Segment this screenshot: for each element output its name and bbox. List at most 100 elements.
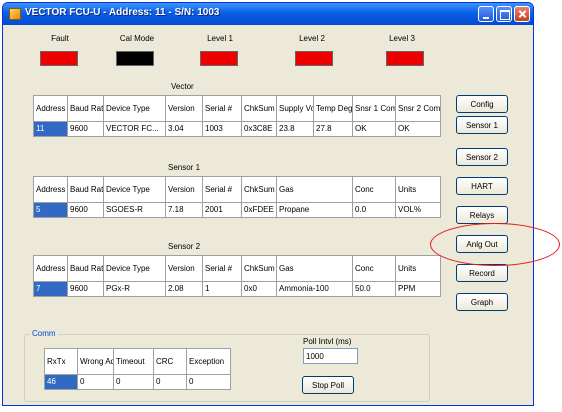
poll-interval-label: Poll Intvl (ms)	[303, 337, 352, 346]
hart-button[interactable]: HART	[456, 177, 508, 195]
column-header: Address	[33, 255, 68, 282]
table-cell[interactable]: 11	[33, 121, 68, 137]
column-header: ChkSum	[241, 176, 277, 203]
vector-table: Address Baud Rate Device Type Version Se…	[33, 95, 441, 137]
sensor1-section-title: Sensor 1	[168, 163, 201, 172]
table-cell[interactable]: 5	[33, 202, 68, 218]
table-row[interactable]: 46 0 0 0 0	[44, 374, 231, 390]
column-header: Snsr 2 Comm	[395, 95, 441, 122]
level2-indicator	[295, 51, 333, 66]
sensor2-section-title: Sensor 2	[168, 242, 201, 251]
level1-label: Level 1	[207, 34, 233, 43]
table-cell[interactable]: OK	[352, 121, 396, 137]
table-cell[interactable]: 0	[186, 374, 231, 390]
table-cell[interactable]: 9600	[67, 202, 104, 218]
column-header: Units	[395, 176, 441, 203]
table-cell[interactable]: 0	[77, 374, 114, 390]
cal-mode-label: Cal Mode	[119, 34, 155, 43]
table-cell[interactable]: 7.18	[165, 202, 203, 218]
config-button[interactable]: Config	[456, 95, 508, 113]
table-cell[interactable]: VECTOR FC...	[103, 121, 166, 137]
table-cell[interactable]: Propane	[276, 202, 353, 218]
table-cell[interactable]: 2001	[202, 202, 242, 218]
table-row[interactable]: 11 9600 VECTOR FC... 3.04 1003 0x3C8E 23…	[33, 121, 441, 137]
table-cell[interactable]: 3.04	[165, 121, 203, 137]
column-header: CRC	[153, 348, 187, 375]
column-header: Device Type	[103, 176, 166, 203]
column-header: Device Type	[103, 95, 166, 122]
column-header: Timeout	[113, 348, 154, 375]
table-cell[interactable]: 23.8	[276, 121, 314, 137]
column-header: Version	[165, 95, 203, 122]
record-button[interactable]: Record	[456, 264, 508, 282]
sensor1-table: Address Baud Rate Device Type Version Se…	[33, 176, 441, 218]
table-cell[interactable]: 0	[113, 374, 154, 390]
column-header: Supply Volts	[276, 95, 314, 122]
column-header: Address	[33, 176, 68, 203]
comm-table: RxTx Wrong Addr Timeout CRC Exception 46…	[44, 348, 231, 390]
sensor1-button[interactable]: Sensor 1	[456, 116, 508, 134]
minimize-button[interactable]	[478, 6, 494, 22]
column-header: Conc	[352, 176, 396, 203]
table-cell[interactable]: 27.8	[313, 121, 353, 137]
table-cell[interactable]: Ammonia-100	[276, 281, 353, 297]
level1-indicator	[200, 51, 238, 66]
table-cell[interactable]: 0.0	[352, 202, 396, 218]
table-cell[interactable]: PGx-R	[103, 281, 166, 297]
vector-header-row: Address Baud Rate Device Type Version Se…	[33, 95, 441, 122]
table-cell[interactable]: 1	[202, 281, 242, 297]
column-header: Address	[33, 95, 68, 122]
stop-poll-button[interactable]: Stop Poll	[302, 376, 354, 394]
table-cell[interactable]: 46	[44, 374, 78, 390]
sensor2-header-row: Address Baud Rate Device Type Version Se…	[33, 255, 441, 282]
table-cell[interactable]: 0xFDEE	[241, 202, 277, 218]
poll-interval-input[interactable]: 1000	[303, 348, 358, 364]
column-header: Units	[395, 255, 441, 282]
column-header: Serial #	[202, 176, 242, 203]
table-cell[interactable]: 0x3C8E	[241, 121, 277, 137]
table-cell[interactable]: OK	[395, 121, 441, 137]
table-cell[interactable]: 0x0	[241, 281, 277, 297]
comm-group-label: Comm	[30, 329, 58, 338]
title-bar[interactable]: VECTOR FCU-U - Address: 11 - S/N: 1003	[3, 3, 533, 25]
table-cell[interactable]: 9600	[67, 281, 104, 297]
column-header: Exception	[186, 348, 231, 375]
fault-indicator	[40, 51, 78, 66]
column-header: Temp DegC	[313, 95, 353, 122]
table-cell[interactable]: 7	[33, 281, 68, 297]
table-row[interactable]: 5 9600 SGOES-R 7.18 2001 0xFDEE Propane …	[33, 202, 441, 218]
column-header: Wrong Addr	[77, 348, 114, 375]
graph-button[interactable]: Graph	[456, 293, 508, 311]
table-cell[interactable]: PPM	[395, 281, 441, 297]
level3-indicator	[386, 51, 424, 66]
table-cell[interactable]: 50.0	[352, 281, 396, 297]
app-icon	[9, 8, 21, 20]
maximize-button[interactable]	[496, 6, 512, 22]
column-header: Serial #	[202, 255, 242, 282]
column-header: Conc	[352, 255, 396, 282]
sensor1-header-row: Address Baud Rate Device Type Version Se…	[33, 176, 441, 203]
column-header: Gas	[276, 255, 353, 282]
fault-label: Fault	[51, 34, 69, 43]
table-cell[interactable]: 1003	[202, 121, 242, 137]
column-header: RxTx	[44, 348, 78, 375]
table-row[interactable]: 7 9600 PGx-R 2.08 1 0x0 Ammonia-100 50.0…	[33, 281, 441, 297]
sensor2-button[interactable]: Sensor 2	[456, 148, 508, 166]
highlight-ellipse	[430, 223, 560, 266]
vector-section-title: Vector	[171, 82, 194, 91]
level3-label: Level 3	[389, 34, 415, 43]
table-cell[interactable]: 0	[153, 374, 187, 390]
table-cell[interactable]: 9600	[67, 121, 104, 137]
table-cell[interactable]: VOL%	[395, 202, 441, 218]
table-cell[interactable]: SGOES-R	[103, 202, 166, 218]
column-header: Baud Rate	[67, 176, 104, 203]
relays-button[interactable]: Relays	[456, 206, 508, 224]
table-cell[interactable]: 2.08	[165, 281, 203, 297]
column-header: Version	[165, 255, 203, 282]
column-header: Serial #	[202, 95, 242, 122]
close-button[interactable]	[514, 6, 530, 22]
column-header: ChkSum	[241, 95, 277, 122]
window-title: VECTOR FCU-U - Address: 11 - S/N: 1003	[25, 7, 220, 18]
column-header: Version	[165, 176, 203, 203]
comm-header-row: RxTx Wrong Addr Timeout CRC Exception	[44, 348, 231, 375]
